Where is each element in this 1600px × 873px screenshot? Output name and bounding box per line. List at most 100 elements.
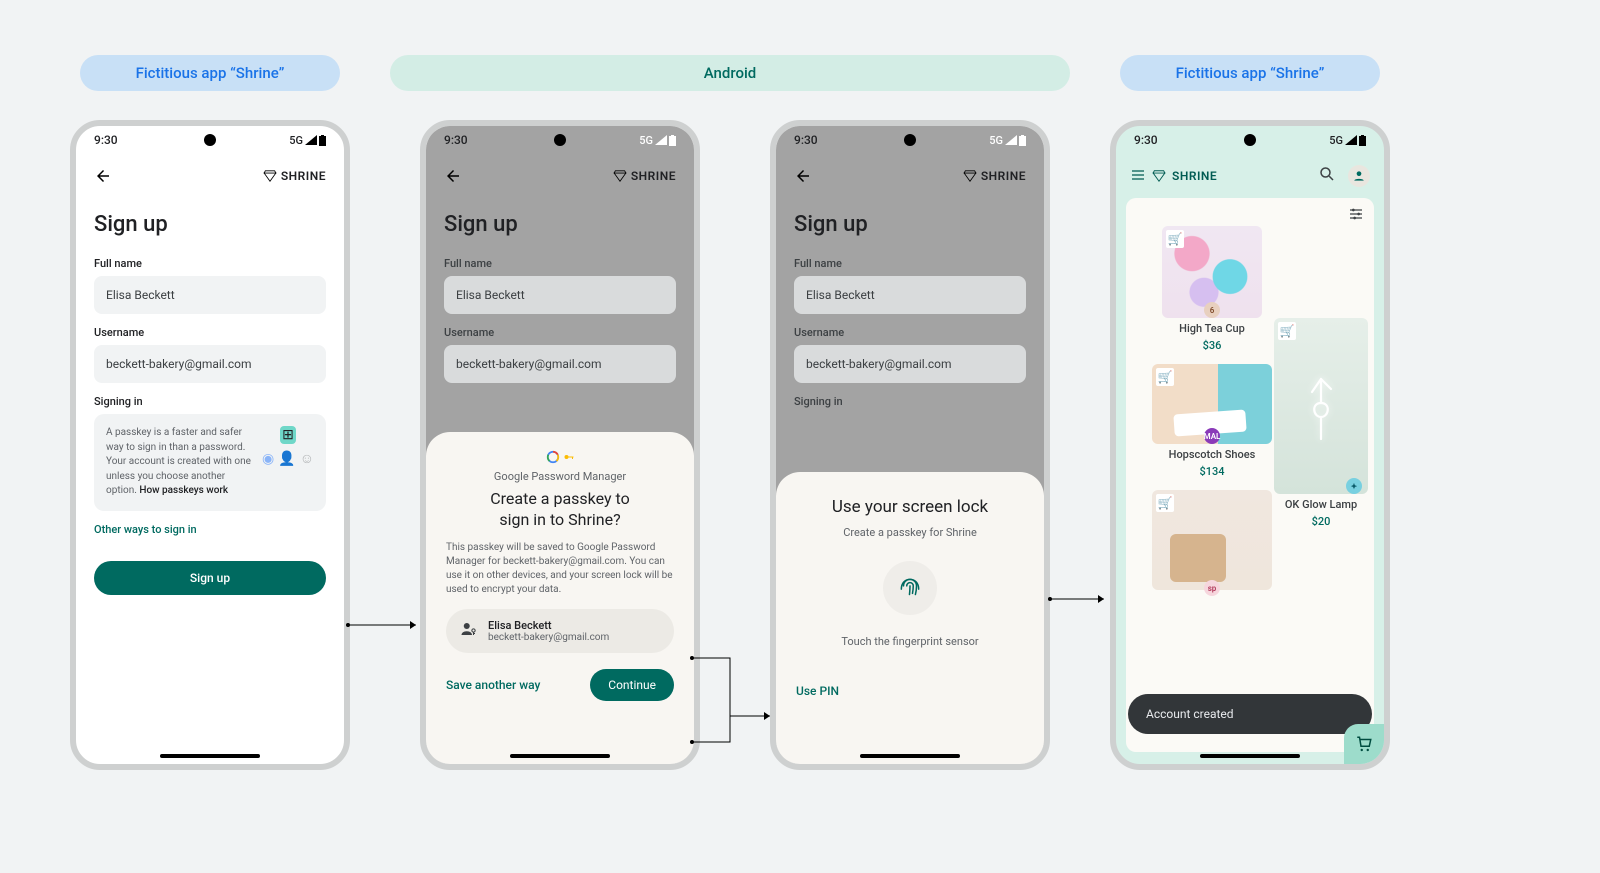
status-bar: 9:30 5G	[1116, 126, 1384, 154]
label-pill-shrine-right: Fictitious app “Shrine”	[1120, 55, 1380, 91]
gesture-bar	[160, 754, 260, 758]
diamond-icon	[963, 169, 977, 183]
passkey-info-card: A passkey is a faster and safer way to s…	[94, 414, 326, 511]
face-icon: ☺	[300, 450, 314, 467]
use-pin-button[interactable]: Use PIN	[796, 684, 1024, 698]
label-full-name: Full name	[444, 257, 676, 270]
product-card[interactable]: 🛒 ✦ OK Glow Lamp $20	[1274, 318, 1368, 528]
other-sign-in-link[interactable]: Other ways to sign in	[94, 523, 197, 536]
search-icon[interactable]	[1318, 165, 1336, 187]
camera-cutout	[204, 134, 216, 146]
signup-button[interactable]: Sign up	[94, 561, 326, 595]
label-pill-android: Android	[390, 55, 1070, 91]
menu-icon[interactable]	[1130, 167, 1146, 186]
full-name-field: Elisa Beckett	[794, 276, 1026, 314]
product-name: Hopscotch Shoes	[1169, 448, 1256, 461]
screen-lock-sheet: Use your screen lock Create a passkey fo…	[776, 472, 1044, 764]
status-bar: 9:30 5G	[776, 126, 1044, 154]
product-card[interactable]: 🛒 MAL Hopscotch Shoes $134	[1152, 364, 1272, 478]
account-email: beckett-bakery@gmail.com	[488, 632, 609, 643]
battery-icon	[319, 135, 326, 146]
status-network-label: 5G	[989, 134, 1003, 147]
username-field: beckett-bakery@gmail.com	[794, 345, 1026, 383]
diamond-icon	[613, 169, 627, 183]
product-card[interactable]: 🛒 sp	[1152, 490, 1272, 590]
product-card[interactable]: 🛒 6 High Tea Cup $36	[1162, 226, 1262, 352]
silhouette-icon: 👤	[278, 451, 295, 467]
tune-icon[interactable]	[1348, 206, 1364, 226]
label-username: Username	[444, 326, 676, 339]
status-time: 9:30	[1134, 133, 1158, 147]
diamond-icon	[1152, 169, 1166, 183]
status-network-label: 5G	[639, 134, 653, 147]
cart-icon	[1355, 735, 1373, 753]
status-time: 9:30	[94, 133, 118, 147]
product-name: OK Glow Lamp	[1285, 498, 1357, 511]
fingerprint-small-icon: ◉	[262, 451, 274, 467]
full-name-field[interactable]: Elisa Beckett	[94, 276, 326, 314]
full-name-field: Elisa Beckett	[444, 276, 676, 314]
page-title: Sign up	[444, 212, 676, 237]
cellular-signal-icon	[1005, 135, 1017, 145]
back-icon[interactable]	[794, 167, 812, 185]
back-icon[interactable]	[94, 167, 112, 185]
cart-fab[interactable]	[1344, 724, 1384, 764]
product-name: High Tea Cup	[1179, 322, 1245, 335]
flow-arrow-icon	[346, 618, 426, 632]
add-to-cart-icon[interactable]: 🛒	[1278, 322, 1296, 340]
username-field[interactable]: beckett-bakery@gmail.com	[94, 345, 326, 383]
shrine-brand: SHRINE	[613, 169, 676, 183]
lock-title: Use your screen lock	[806, 496, 1014, 518]
label-full-name: Full name	[794, 257, 1026, 270]
fingerprint-sensor[interactable]	[883, 561, 937, 615]
page-title: Sign up	[94, 212, 326, 237]
brand-badge-icon: sp	[1204, 580, 1220, 596]
add-to-cart-icon[interactable]: 🛒	[1166, 230, 1184, 248]
username-field: beckett-bakery@gmail.com	[444, 345, 676, 383]
battery-icon	[669, 135, 676, 146]
label-signing-in: Signing in	[794, 395, 1026, 408]
snackbar-account-created: Account created	[1128, 694, 1372, 734]
add-to-cart-icon[interactable]: 🛒	[1156, 368, 1174, 386]
key-icon	[563, 451, 575, 463]
add-to-cart-icon[interactable]: 🛒	[1156, 494, 1174, 512]
cellular-signal-icon	[655, 135, 667, 145]
back-icon[interactable]	[444, 167, 462, 185]
diamond-icon	[263, 169, 277, 183]
phone-screen-lock: 9:30 5G SHRINE Sign up Full name Elisa B…	[770, 120, 1050, 770]
flow-arrow-icon	[690, 656, 780, 746]
how-passkeys-work-link[interactable]: How passkeys work	[139, 485, 228, 496]
flow-arrow-icon	[1048, 592, 1114, 606]
fingerprint-icon	[897, 575, 923, 601]
passkey-illustration: ⊞ ◉ 👤 ☺	[262, 426, 314, 467]
brand-badge-icon: 6	[1204, 302, 1220, 318]
shrine-brand: SHRINE	[263, 169, 326, 183]
status-bar: 9:30 5G	[426, 126, 694, 154]
status-bar: 9:30 5G	[76, 126, 344, 154]
product-image	[1274, 318, 1368, 494]
sheet-description: This passkey will be saved to Google Pas…	[446, 541, 674, 597]
status-time: 9:30	[794, 133, 818, 147]
battery-icon	[1359, 135, 1366, 146]
grid-icon: ⊞	[280, 426, 296, 444]
phone-signup-form: 9:30 5G SHRINE Sign up Full name Elisa B…	[70, 120, 350, 770]
fingerprint-hint: Touch the fingerprint sensor	[796, 635, 1024, 648]
battery-icon	[1019, 135, 1026, 146]
account-pill[interactable]: Elisa Beckett beckett-bakery@gmail.com	[446, 609, 674, 653]
product-canvas: 🛒 6 High Tea Cup $36 🛒 MAL Hopscotch Sho…	[1126, 198, 1374, 752]
shrine-brand-label: SHRINE	[1172, 169, 1217, 183]
gesture-bar	[510, 754, 610, 758]
product-price: $134	[1199, 465, 1224, 478]
product-price: $36	[1203, 339, 1222, 352]
account-avatar[interactable]	[1348, 165, 1370, 187]
brand-badge-icon: MAL	[1204, 428, 1220, 444]
gesture-bar	[1200, 754, 1300, 758]
continue-button[interactable]: Continue	[590, 669, 674, 701]
label-pill-shrine-left: Fictitious app “Shrine”	[80, 55, 340, 91]
save-another-way-button[interactable]: Save another way	[446, 678, 540, 692]
status-network-label: 5G	[1329, 134, 1343, 147]
page-title: Sign up	[794, 212, 1026, 237]
cellular-signal-icon	[1345, 135, 1357, 145]
label-username: Username	[794, 326, 1026, 339]
brand-badge-icon: ✦	[1346, 478, 1362, 494]
